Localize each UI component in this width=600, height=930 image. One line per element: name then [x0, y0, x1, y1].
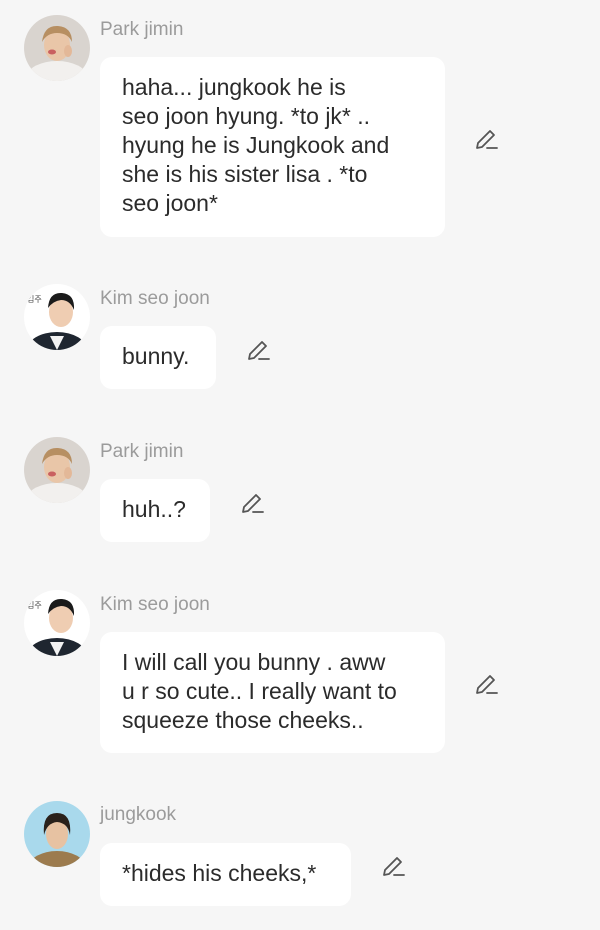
- message-line: seo joon*: [122, 190, 218, 216]
- sender-name: Kim seo joon: [100, 288, 210, 309]
- message-bubble[interactable]: *hides his cheeks,*: [100, 843, 351, 906]
- message-line: I will call you bunny . aww: [122, 649, 386, 675]
- message-bubble[interactable]: bunny.: [100, 326, 216, 389]
- avatar[interactable]: 김주: [24, 284, 90, 350]
- sender-name: Kim seo joon: [100, 594, 210, 615]
- message-line: she is his sister lisa . *to: [122, 161, 368, 187]
- pencil-icon[interactable]: [474, 672, 500, 698]
- message-line: squeeze those cheeks..: [122, 707, 364, 733]
- message-line: hyung he is Jungkook and: [122, 132, 390, 158]
- sender-name: Park jimin: [100, 441, 184, 462]
- sender-name: Park jimin: [100, 19, 184, 40]
- chat-thread: Park jimin haha... jungkook he is seo jo…: [0, 0, 600, 930]
- avatar[interactable]: [24, 15, 90, 81]
- avatar[interactable]: [24, 801, 90, 867]
- message-line: *hides his cheeks,*: [122, 860, 317, 886]
- pencil-icon[interactable]: [240, 491, 266, 517]
- message-bubble[interactable]: huh..?: [100, 479, 210, 542]
- pencil-icon[interactable]: [474, 127, 500, 153]
- avatar-text: 김주: [27, 294, 42, 304]
- message-line: bunny.: [122, 343, 190, 369]
- avatar[interactable]: [24, 437, 90, 503]
- message-line: seo joon hyung. *to jk* ..: [122, 103, 371, 129]
- message-line: huh..?: [122, 496, 186, 522]
- message-line: haha... jungkook he is: [122, 74, 346, 100]
- message-bubble[interactable]: I will call you bunny . aww u r so cute.…: [100, 632, 445, 753]
- message-bubble[interactable]: haha... jungkook he is seo joon hyung. *…: [100, 57, 445, 237]
- pencil-icon[interactable]: [246, 338, 272, 364]
- message-line: u r so cute.. I really want to: [122, 678, 397, 704]
- avatar-text: 김주: [27, 600, 42, 610]
- sender-name: jungkook: [100, 804, 177, 825]
- avatar[interactable]: 김주: [24, 590, 90, 656]
- pencil-icon[interactable]: [381, 854, 407, 880]
